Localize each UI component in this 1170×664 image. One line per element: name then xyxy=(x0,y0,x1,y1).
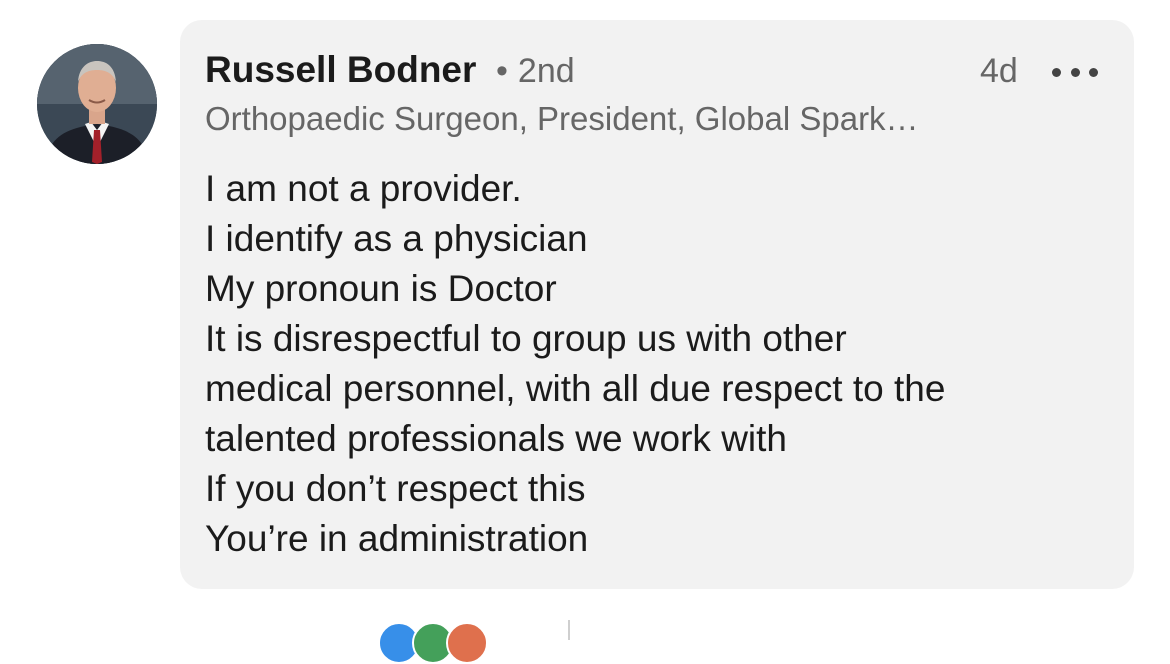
connection-degree: • 2nd xyxy=(496,50,575,92)
comment-line: I am not a provider. xyxy=(205,168,522,209)
love-reaction-icon[interactable] xyxy=(446,622,488,664)
comment-line: My pronoun is Doctor xyxy=(205,268,557,309)
more-horizontal-icon xyxy=(1052,67,1061,77)
author-avatar[interactable] xyxy=(37,44,157,164)
comment-line: medical personnel, with all due respect … xyxy=(205,368,946,409)
comment-line: If you don’t respect this xyxy=(205,468,586,509)
author-headline: Orthopaedic Surgeon, President, Global S… xyxy=(205,100,919,137)
author-name[interactable]: Russell Bodner xyxy=(205,48,476,92)
connection-degree-label: 2nd xyxy=(517,52,575,90)
action-divider xyxy=(568,620,570,640)
comment-line: It is disrespectful to group us with oth… xyxy=(205,318,847,359)
comment-line: You’re in administration xyxy=(205,518,589,559)
more-horizontal-icon xyxy=(1089,67,1098,77)
comment-text: I am not a provider. I identify as a phy… xyxy=(205,164,1105,564)
more-horizontal-icon xyxy=(1070,67,1080,77)
comment-bubble: Russell Bodner • 2nd 4d Orthopaedic Surge… xyxy=(180,20,1134,589)
comment-timestamp: 4d xyxy=(980,52,1018,90)
separator-dot: • xyxy=(496,52,508,90)
comment-line: talented professionals we work with xyxy=(205,418,788,459)
comment-line: I identify as a physician xyxy=(205,218,588,259)
more-options-button[interactable] xyxy=(1052,60,1098,84)
